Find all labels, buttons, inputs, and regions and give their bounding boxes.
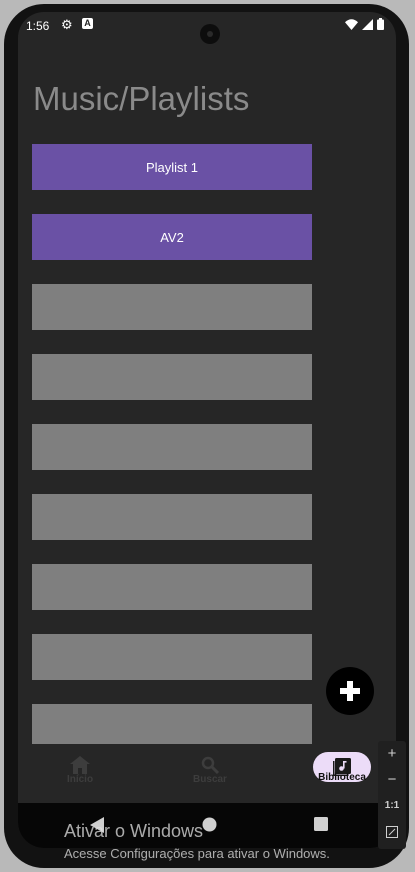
playlist-item[interactable]: Playlist 1	[32, 144, 312, 190]
fit-screen-icon	[386, 826, 398, 839]
zoom-controls: + − 1:1	[378, 741, 406, 849]
playlist-list: Playlist 1 AV2	[32, 144, 312, 774]
playlist-item-label: AV2	[160, 229, 184, 245]
notification-a-icon: A	[82, 18, 93, 29]
playlist-item-label: Playlist 1	[145, 159, 199, 175]
playlist-item[interactable]	[32, 424, 312, 470]
page-title: Music/Playlists	[33, 80, 250, 117]
nav-label-search: Buscar	[193, 774, 227, 785]
search-icon	[201, 756, 219, 774]
playlist-item[interactable]	[32, 564, 312, 610]
plus-icon	[340, 681, 360, 701]
nav-item-search[interactable]: Buscar	[170, 756, 250, 785]
system-navigation-bar	[18, 803, 396, 848]
nav-item-home[interactable]: Início	[40, 756, 120, 785]
playlist-item[interactable]	[32, 634, 312, 680]
settings-status-icon: ⚙	[61, 17, 73, 32]
nav-label-home: Início	[66, 774, 94, 785]
playlist-item[interactable]	[32, 354, 312, 400]
battery-icon	[377, 18, 384, 30]
zoom-out-button[interactable]: −	[378, 767, 406, 793]
zoom-reset-button[interactable]: 1:1	[378, 793, 406, 819]
playlist-item[interactable]: AV2	[32, 214, 312, 260]
recents-icon[interactable]	[314, 817, 328, 831]
status-icons	[345, 18, 384, 30]
playlist-item[interactable]	[32, 494, 312, 540]
playlist-item[interactable]	[32, 284, 312, 330]
wifi-icon	[345, 18, 358, 30]
app-screen: 1:56 ⚙ A Music/Playlists Playlist 1 AV2	[18, 12, 396, 848]
home-button-icon[interactable]	[202, 817, 217, 832]
signal-icon	[362, 18, 373, 30]
nav-label-library: Biblioteca	[318, 772, 366, 783]
nav-item-library[interactable]: Biblioteca	[302, 752, 382, 783]
front-camera	[200, 24, 220, 44]
bottom-navigation: Início Buscar Biblioteca	[18, 744, 396, 803]
zoom-in-button[interactable]: +	[378, 741, 406, 767]
home-icon	[70, 756, 90, 774]
status-time: 1:56	[26, 19, 50, 33]
fit-screen-button[interactable]	[378, 819, 406, 845]
add-playlist-button[interactable]	[326, 667, 374, 715]
back-icon[interactable]	[90, 817, 104, 833]
